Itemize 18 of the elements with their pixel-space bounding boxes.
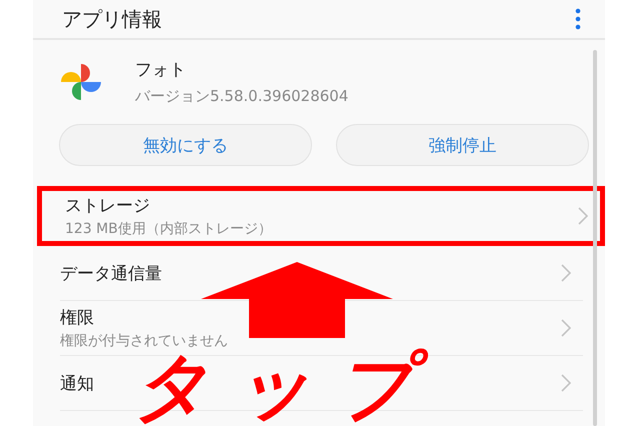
- item-subtitle: 権限が付与されていません: [60, 332, 228, 350]
- annotation-text: タップ: [133, 350, 439, 424]
- scrollbar[interactable]: [593, 50, 597, 426]
- chevron-icon: [561, 319, 571, 337]
- chevron-icon: [561, 374, 571, 392]
- action-button[interactable]: 無効にする: [59, 124, 312, 166]
- chevron-icon: [578, 207, 588, 225]
- app-name: フォト: [135, 59, 187, 81]
- screen-title: アプリ情報: [62, 6, 162, 32]
- item-title: 通知: [60, 372, 94, 394]
- action-button[interactable]: 強制停止: [336, 124, 589, 166]
- chevron-icon: [561, 264, 571, 282]
- more-menu-icon[interactable]: [575, 8, 581, 30]
- item-title: 権限: [60, 307, 95, 329]
- item-subtitle: 123 MB使用（内部ストレージ）: [65, 220, 272, 238]
- item-title: データ通信量: [60, 262, 162, 284]
- item-title: ストレージ: [65, 195, 151, 217]
- app-version: バージョン5.58.0.396028604: [135, 87, 348, 106]
